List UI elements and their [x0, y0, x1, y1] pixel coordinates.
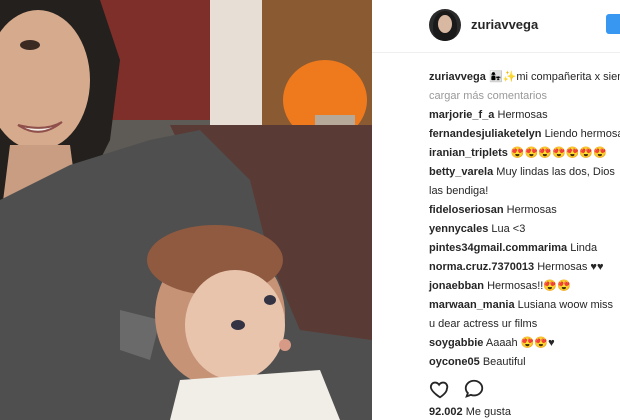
- comment-user[interactable]: yennycales: [429, 223, 488, 235]
- heart-outline-icon[interactable]: [429, 378, 451, 400]
- load-more-comments[interactable]: cargar más comentarios: [429, 87, 620, 106]
- comment: marwaan_mania Lusiana woow miss u dear a…: [429, 296, 619, 334]
- comment-user[interactable]: norma.cruz.7370013: [429, 261, 534, 273]
- comment: fernandesjuliaketelyn Liendo hermosas: [429, 125, 620, 144]
- comment-text: Linda: [570, 242, 598, 254]
- comment-text: Lua <3: [491, 223, 526, 235]
- post-photo[interactable]: [0, 0, 372, 420]
- comment-user[interactable]: oycone05: [429, 356, 480, 368]
- comment: yennycales Lua <3: [429, 220, 620, 239]
- comment-user[interactable]: marwaan_mania: [429, 299, 515, 311]
- caption: zuriavvega 👩‍👧✨mi compañerita x siempre: [429, 68, 620, 87]
- comment: betty_varela Muy lindas las dos, Dios la…: [429, 163, 619, 201]
- post-sidebar: zuriavvega zuriavvega 👩‍👧✨mi compañerita…: [372, 0, 620, 420]
- comment-user[interactable]: soygabbie: [429, 337, 483, 349]
- comment-text: Hermosas!!😍😍: [487, 280, 571, 292]
- post-photo-image: [0, 0, 372, 420]
- comment-text: Beautiful: [482, 356, 526, 368]
- post-header: zuriavvega: [372, 0, 620, 53]
- comment-user[interactable]: betty_varela: [429, 166, 493, 178]
- comment-text: Liendo hermosas: [544, 128, 620, 140]
- comment-user[interactable]: fideloseriosan: [429, 204, 504, 216]
- comment: jonaebban Hermosas!!😍😍: [429, 277, 620, 296]
- comment: oycone05 Beautiful: [429, 353, 620, 372]
- comment-text: Hermosas: [506, 204, 557, 216]
- comment-user[interactable]: iranian_triplets: [429, 147, 508, 159]
- follow-button[interactable]: [606, 14, 620, 34]
- comment-text: 😍😍😍😍😍😍😍: [510, 147, 607, 159]
- speech-bubble-icon[interactable]: [463, 378, 485, 400]
- comments-list: zuriavvega 👩‍👧✨mi compañerita x siempre …: [429, 68, 620, 372]
- username[interactable]: zuriavvega: [471, 17, 538, 32]
- comment-text: Hermosas ♥♥: [537, 261, 604, 273]
- comment: norma.cruz.7370013 Hermosas ♥♥: [429, 258, 620, 277]
- likes-number: 92.002: [429, 406, 463, 418]
- comment-user[interactable]: fernandesjuliaketelyn: [429, 128, 542, 140]
- caption-text: 👩‍👧✨mi compañerita x siempre: [488, 71, 620, 83]
- comment: fideloseriosan Hermosas: [429, 201, 620, 220]
- comment-user[interactable]: marjorie_f_a: [429, 109, 494, 121]
- comment: soygabbie Aaaah 😍😍♥: [429, 334, 620, 353]
- comment: pintes34gmail.commarima Linda: [429, 239, 620, 258]
- comment-text: Hermosas: [497, 109, 548, 121]
- avatar[interactable]: [429, 9, 461, 41]
- comment: marjorie_f_a Hermosas: [429, 106, 620, 125]
- likes-label: Me gusta: [465, 406, 511, 418]
- avatar-face: [438, 15, 452, 33]
- caption-user[interactable]: zuriavvega: [429, 71, 486, 83]
- likes-count[interactable]: 92.002 Me gusta: [429, 406, 511, 418]
- comment-user[interactable]: pintes34gmail.commarima: [429, 242, 567, 254]
- comment-user[interactable]: jonaebban: [429, 280, 484, 292]
- comment: iranian_triplets 😍😍😍😍😍😍😍: [429, 144, 620, 163]
- comment-text: Aaaah 😍😍♥: [485, 337, 555, 349]
